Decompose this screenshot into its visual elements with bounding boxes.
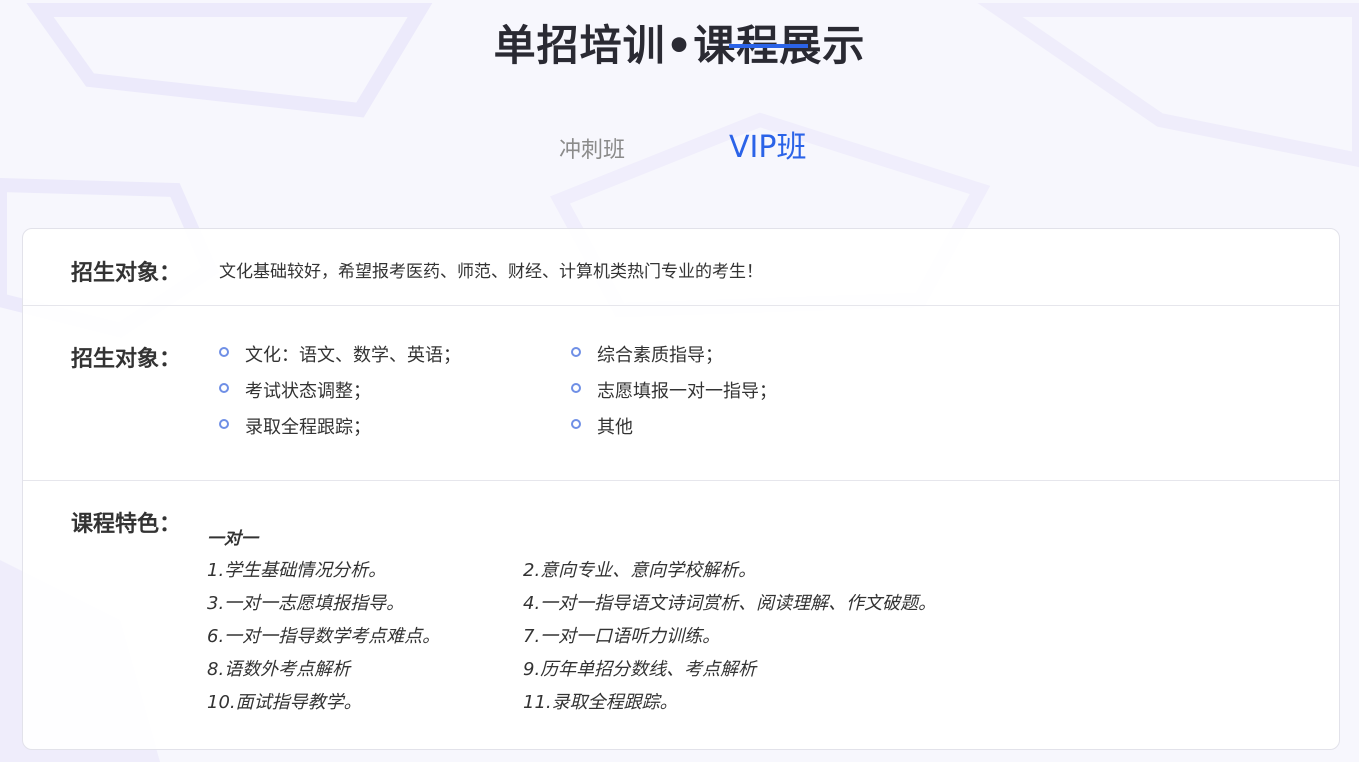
- feature-item: 1.学生基础情况分析。: [207, 560, 387, 581]
- features-section: 课程特色： 一对一 1.学生基础情况分析。 2.意向专业、意向学校解析。 3.一…: [23, 480, 1339, 751]
- course-detail-card: 招生对象： 文化基础较好，希望报考医药、师范、财经、计算机类热门专业的考生！ 招…: [22, 228, 1340, 750]
- bullet-icon: [571, 383, 581, 393]
- list-item: 其他: [571, 413, 633, 439]
- bullet-icon: [571, 419, 581, 429]
- list-item: 志愿填报一对一指导；: [571, 377, 777, 403]
- content-section: 招生对象： 文化：语文、数学、英语； 综合素质指导； 考试状态调整； 志愿填报一…: [23, 305, 1339, 481]
- tab-vip-class[interactable]: VIP班: [729, 122, 806, 169]
- list-item: 综合素质指导；: [571, 341, 723, 367]
- bullet-icon: [219, 347, 229, 357]
- feature-item: 10.面试指导教学。: [207, 692, 362, 713]
- target-section: 招生对象： 文化基础较好，希望报考医药、师范、财经、计算机类热门专业的考生！: [23, 229, 1339, 306]
- feature-item: 2.意向专业、意向学校解析。: [523, 560, 757, 581]
- feature-item: 4.一对一指导语文诗词赏析、阅读理解、作文破题。: [523, 593, 937, 614]
- page-title: 单招培训•课程展示: [493, 21, 866, 70]
- active-tab-indicator: [729, 44, 808, 48]
- feature-item: 11.录取全程跟踪。: [523, 692, 678, 713]
- feature-item: 6.一对一指导数学考点难点。: [207, 626, 441, 647]
- list-item: 考试状态调整；: [219, 377, 371, 403]
- bullet-icon: [571, 347, 581, 357]
- list-item: 录取全程跟踪；: [219, 413, 371, 439]
- feature-item: 3.一对一志愿填报指导。: [207, 593, 405, 614]
- target-label: 招生对象：: [71, 261, 182, 286]
- bullet-icon: [219, 383, 229, 393]
- course-tabs: 冲刺班 VIP班: [0, 122, 1359, 174]
- feature-item: 7.一对一口语听力训练。: [523, 626, 721, 647]
- feature-item: 9.历年单招分数线、考点解析: [523, 659, 757, 680]
- content-label: 招生对象：: [71, 347, 182, 372]
- target-text: 文化基础较好，希望报考医药、师范、财经、计算机类热门专业的考生！: [219, 262, 763, 282]
- feature-item: 8.语数外考点解析: [207, 659, 351, 680]
- features-label: 课程特色：: [71, 512, 182, 537]
- list-item: 文化：语文、数学、英语；: [219, 341, 461, 367]
- bullet-icon: [219, 419, 229, 429]
- features-heading: 一对一: [207, 529, 258, 549]
- content-list: 文化：语文、数学、英语； 综合素质指导； 考试状态调整； 志愿填报一对一指导； …: [219, 341, 1019, 461]
- tab-sprint-class[interactable]: 冲刺班: [559, 132, 625, 164]
